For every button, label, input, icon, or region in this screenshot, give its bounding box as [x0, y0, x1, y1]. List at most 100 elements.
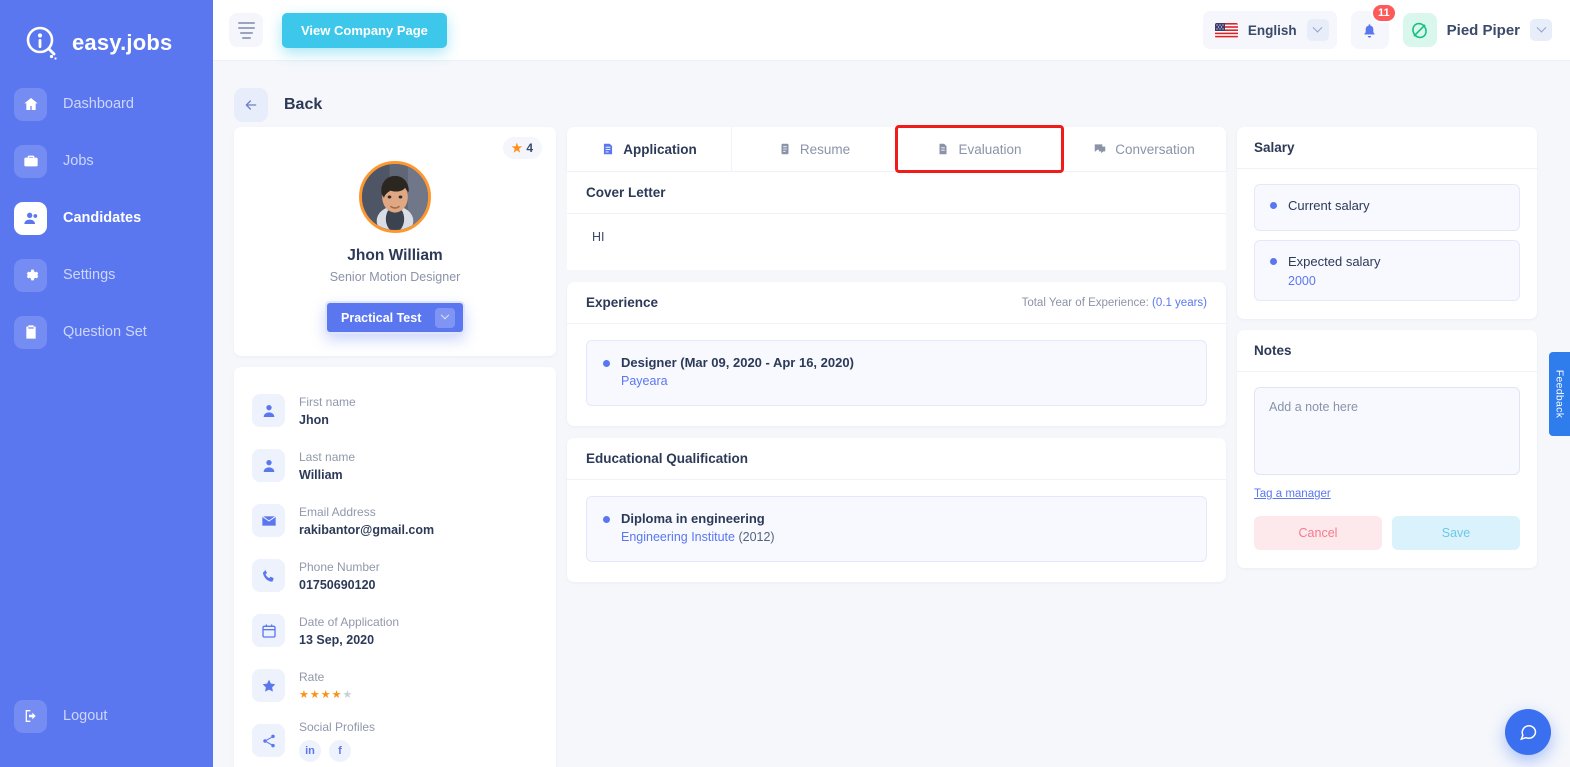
sidebar-item-dashboard[interactable]: Dashboard — [0, 80, 213, 128]
experience-card: Experience Total Year of Experience: (0.… — [567, 282, 1226, 426]
detail-label: Date of Application — [299, 614, 400, 629]
chevron-down-icon[interactable] — [1306, 19, 1329, 41]
logout-section: Logout — [0, 692, 213, 749]
sidebar-item-question-set[interactable]: Question Set — [0, 308, 213, 356]
detail-value: 13 Sep, 2020 — [299, 632, 375, 647]
detail-row-date-of-application: Date of Application 13 Sep, 2020 — [234, 603, 556, 658]
user-menu[interactable]: Pied Piper — [1402, 13, 1552, 47]
back-bar: Back — [213, 61, 1570, 127]
experience-item: Designer (Mar 09, 2020 - Apr 16, 2020) P… — [586, 340, 1207, 406]
page-title: Back — [284, 96, 323, 113]
language-selector[interactable]: English — [1202, 11, 1337, 49]
stage-dropdown[interactable]: Practical Test — [325, 301, 465, 334]
cover-letter-text: HI — [592, 230, 605, 244]
rating-stars[interactable]: ★★★★★ — [299, 688, 353, 701]
tab-label: Resume — [799, 141, 851, 157]
content-grid: ★ 4 Jhon William Senior Motion Designer … — [213, 125, 1570, 767]
view-company-page-button[interactable]: View Company Page — [282, 12, 447, 48]
detail-row-phone: Phone Number 01750690120 — [234, 548, 556, 603]
briefcase-icon — [14, 144, 47, 178]
tabs-card: Application Resume Evaluation Conversati… — [567, 125, 1226, 173]
chat-bubble-icon[interactable] — [1505, 709, 1551, 755]
share-icon — [252, 724, 285, 757]
notifications-button[interactable]: 11 — [1350, 3, 1397, 49]
sidebar-item-label: Dashboard — [63, 96, 134, 112]
salary-heading: Salary — [1237, 127, 1537, 169]
clipboard-icon — [14, 315, 47, 349]
user-group-icon — [14, 201, 47, 235]
total-experience-label: Total Year of Experience: — [1021, 296, 1149, 309]
bullet-icon — [603, 360, 610, 367]
evaluation-icon — [939, 143, 947, 155]
conversation-icon — [1094, 144, 1106, 154]
back-button[interactable] — [234, 88, 268, 122]
experience-heading: Experience Total Year of Experience: (0.… — [567, 282, 1226, 324]
brand-logo: easy.jobs — [0, 0, 213, 68]
sidebar-item-label: Settings — [63, 267, 116, 283]
user-name-label: Pied Piper — [1446, 21, 1520, 39]
education-year: (2012) — [738, 530, 775, 544]
detail-value: William — [299, 467, 343, 482]
sidebar-item-candidates[interactable]: Candidates — [0, 194, 213, 242]
candidate-title: Senior Motion Designer — [329, 270, 461, 284]
mail-icon — [252, 504, 285, 537]
candidate-panel: ★ 4 Jhon William Senior Motion Designer … — [234, 127, 556, 767]
notes-body: Tag a manager Cancel Save — [1237, 372, 1537, 568]
tab-conversation[interactable]: Conversation — [1062, 127, 1226, 171]
bullet-icon — [603, 516, 610, 523]
detail-label: Rate — [299, 670, 325, 684]
sidebar-item-label: Logout — [63, 708, 108, 724]
cover-letter-body: HI — [567, 214, 1226, 270]
candidate-details-card: First name Jhon Last name William Email … — [234, 367, 556, 767]
star-icon — [252, 669, 285, 702]
chevron-down-icon[interactable] — [1530, 19, 1552, 41]
avatar — [359, 161, 431, 233]
tab-evaluation[interactable]: Evaluation — [895, 125, 1064, 173]
facebook-icon[interactable]: f — [329, 739, 351, 762]
us-flag-icon — [1214, 22, 1238, 38]
arrow-left-icon — [245, 100, 257, 110]
brand-name: easy.jobs — [72, 30, 173, 55]
detail-value: 01750690120 — [299, 577, 376, 592]
section-title: Experience — [586, 295, 659, 310]
sidebar-item-settings[interactable]: Settings — [0, 251, 213, 299]
salary-card: Salary Current salary Expected salary 20… — [1237, 127, 1537, 319]
application-icon — [604, 143, 613, 155]
detail-row-email: Email Address rakibantor@gmail.com — [234, 493, 556, 548]
save-button[interactable]: Save — [1392, 516, 1520, 550]
tab-resume[interactable]: Resume — [732, 127, 897, 171]
main-area: View Company Page English 11 Pied Piper … — [213, 0, 1570, 767]
sidebar-item-logout[interactable]: Logout — [0, 692, 213, 740]
education-degree: Diploma in engineering — [621, 511, 765, 526]
app-root: easy.jobs Dashboard Jobs Candidates Sett… — [0, 0, 1570, 767]
cancel-button[interactable]: Cancel — [1254, 516, 1382, 550]
notes-card: Notes Tag a manager Cancel Save — [1237, 330, 1537, 568]
pied-piper-icon — [1402, 13, 1437, 47]
linkedin-icon[interactable]: in — [299, 739, 321, 762]
note-input[interactable] — [1254, 387, 1520, 475]
education-body: Diploma in engineering Engineering Insti… — [567, 480, 1226, 582]
easyjobs-logo-icon — [22, 23, 62, 63]
feedback-tab[interactable]: Feedback — [1549, 352, 1570, 436]
cover-letter-card: Cover Letter HI — [567, 172, 1226, 270]
salary-label: Expected salary — [1288, 254, 1381, 269]
tag-manager-link[interactable]: Tag a manager — [1254, 488, 1331, 500]
salary-value: 2000 — [1288, 274, 1316, 288]
calendar-icon — [252, 614, 285, 647]
tab-label: Application — [623, 141, 697, 157]
avatar-photo — [362, 164, 428, 230]
total-experience: Total Year of Experience: (0.1 years) — [1022, 297, 1207, 309]
tab-application[interactable]: Application — [567, 127, 732, 171]
candidate-name: Jhon William — [347, 247, 443, 264]
hamburger-icon[interactable] — [229, 13, 263, 47]
sidebar-item-jobs[interactable]: Jobs — [0, 137, 213, 185]
notes-actions: Cancel Save — [1254, 516, 1520, 550]
chevron-down-icon[interactable] — [435, 307, 455, 328]
section-title: Educational Qualification — [586, 451, 749, 466]
user-icon — [252, 394, 285, 427]
sidebar-item-label: Question Set — [63, 324, 147, 340]
logout-icon — [14, 699, 47, 733]
sidebar: easy.jobs Dashboard Jobs Candidates Sett… — [0, 0, 213, 767]
side-panel: Salary Current salary Expected salary 20… — [1237, 127, 1537, 568]
application-panel: Application Resume Evaluation Conversati… — [567, 125, 1226, 582]
